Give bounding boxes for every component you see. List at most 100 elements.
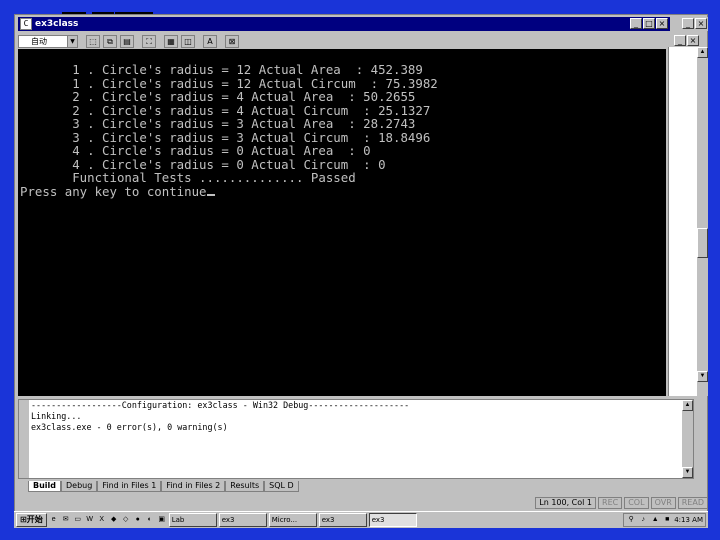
console-title-bar[interactable]: C ex3class _ □ × [18,17,670,31]
output-tabs: Build Debug Find in Files 1 Find in File… [28,481,299,492]
scroll-thumb[interactable] [697,228,708,258]
console-output[interactable]: 1 . Circle's radius = 12 Actual Area : 4… [18,49,666,396]
col-indicator: COL [624,497,649,509]
options-icon[interactable]: ⊠ [225,34,239,48]
window-controls: _ □ × [630,18,668,29]
ide-toolbar-controls: _ × [674,35,699,46]
app-icon[interactable]: ◇ [121,515,131,525]
tray-icon[interactable]: ■ [662,515,672,525]
console-line: 2 . Circle's radius = 4 Actual Area : 50… [20,89,416,104]
ie-icon[interactable]: e [49,515,59,525]
word-icon[interactable]: W [85,515,95,525]
output-gutter [19,400,29,478]
console-toolbar: 自动 ▼ ⬚ ⧉ ▤ ⛶ ▦ ◫ A ⊠ [18,33,668,49]
taskbar-item[interactable]: Micro... [268,513,317,527]
app-icon[interactable]: ▣ [157,515,167,525]
console-prompt-text: Press any key to continue [20,183,207,199]
windows-logo-icon: ⊞ [20,515,27,524]
start-button[interactable]: ⊞开始 [16,513,47,527]
scroll-up-icon[interactable]: ▲ [682,400,693,411]
ide-window-controls: _ × [682,18,707,29]
tab-debug[interactable]: Debug [61,481,98,492]
paste-icon[interactable]: ▤ [120,34,134,48]
build-output-pane[interactable]: ------------------Configuration: ex3clas… [18,399,694,479]
console-line: Functional Tests .............. Passed [20,170,356,185]
output-line: ex3class.exe - 0 error(s), 0 warning(s) [31,422,228,432]
font-icon[interactable]: A [203,34,217,48]
tab-build[interactable]: Build [28,481,62,492]
console-line: 3 . Circle's radius = 3 Actual Area : 28… [20,116,416,131]
taskbar: ⊞开始 e ✉ ▭ W X ◆ ◇ ● ◐ ▣ Lab ex3 Micro...… [14,511,708,528]
ide-doc-close-button[interactable]: × [687,35,699,46]
properties-icon[interactable]: ▦ [164,34,178,48]
minimize-button[interactable]: _ [630,18,642,29]
toolbar-separator [159,35,161,48]
console-prompt-line: Press any key to continue [20,183,666,199]
scroll-down-icon[interactable]: ▼ [682,467,693,478]
ide-close-button[interactable]: × [695,18,707,29]
console-line: 1 . Circle's radius = 12 Actual Area : 4… [20,62,423,77]
console-line: 1 . Circle's radius = 12 Actual Circum :… [20,75,438,91]
toolbar-separator [137,35,139,48]
font-size-select[interactable]: 自动 ▼ [18,34,78,48]
app-icon[interactable]: ◆ [109,515,119,525]
console-line: 2 . Circle's radius = 4 Actual Circum : … [20,102,431,118]
taskbar-item[interactable]: Lab [168,513,217,527]
font-size-value: 自动 [31,36,47,46]
editor-side-panel: ▲ ▼ [668,47,708,396]
taskbar-item[interactable]: ex3 [218,513,267,527]
task-label: Lab [171,516,185,524]
outlook-icon[interactable]: ✉ [61,515,71,525]
ide-restore-button[interactable]: _ [674,35,686,46]
speaker-icon[interactable]: ♪ [638,515,648,525]
network-icon[interactable]: ⚲ [626,515,636,525]
excel-icon[interactable]: X [97,515,107,525]
tab-find-in-files-1[interactable]: Find in Files 1 [97,481,162,492]
rec-indicator: REC [598,497,623,509]
ide-minimize-button[interactable]: _ [682,18,694,29]
console-window-icon: C [20,18,32,30]
cursor-position: Ln 100, Col 1 [535,497,597,509]
chevron-down-icon[interactable]: ▼ [67,35,77,47]
console-line: 3 . Circle's radius = 3 Actual Circum : … [20,129,431,145]
read-indicator: READ [677,497,708,509]
tray-icon[interactable]: ▲ [650,515,660,525]
console-line: 4 . Circle's radius = 0 Actual Circum : … [20,156,386,172]
task-label: ex3 [371,516,385,524]
output-line: ------------------Configuration: ex3clas… [31,400,410,410]
background-icon[interactable]: ◫ [181,34,195,48]
toolbar-separator [220,35,222,48]
status-bar: Ln 100, Col 1 REC COL OVR READ [18,497,708,509]
system-tray: ⚲ ♪ ▲ ■ 4:13 AM [623,513,706,527]
taskbar-item[interactable]: ex3 [318,513,367,527]
close-button[interactable]: × [656,18,668,29]
text-cursor [206,193,215,196]
clock[interactable]: 4:13 AM [674,514,703,526]
task-label: ex3 [221,516,235,524]
desktop-icon[interactable]: ▭ [73,515,83,525]
task-label: ex3 [321,516,335,524]
mark-icon[interactable]: ⬚ [86,34,100,48]
vertical-scrollbar[interactable]: ▲ ▼ [697,47,708,396]
ide-title-controls: _ × [672,17,708,31]
copy-icon[interactable]: ⧉ [103,34,117,48]
toolbar-separator [198,35,200,48]
tab-results[interactable]: Results [225,481,265,492]
tab-sql-debugging[interactable]: SQL D [264,481,299,492]
output-scrollbar[interactable]: ▲ ▼ [682,400,693,478]
toolbar-separator [81,35,83,48]
task-label: Micro... [271,516,298,524]
taskbar-item-active[interactable]: ex3 [368,513,417,527]
window-title: ex3class [35,19,79,29]
app-icon[interactable]: ● [133,515,143,525]
start-label: 开始 [26,515,43,524]
console-line: 4 . Circle's radius = 0 Actual Area : 0 [20,143,371,158]
output-line: Linking... [31,411,82,421]
scroll-down-icon[interactable]: ▼ [697,371,708,382]
fullscreen-icon[interactable]: ⛶ [142,34,156,48]
ovr-indicator: OVR [650,497,676,509]
maximize-button[interactable]: □ [643,18,655,29]
tab-find-in-files-2[interactable]: Find in Files 2 [161,481,226,492]
app-icon[interactable]: ◐ [145,515,155,525]
scroll-up-icon[interactable]: ▲ [697,47,708,58]
